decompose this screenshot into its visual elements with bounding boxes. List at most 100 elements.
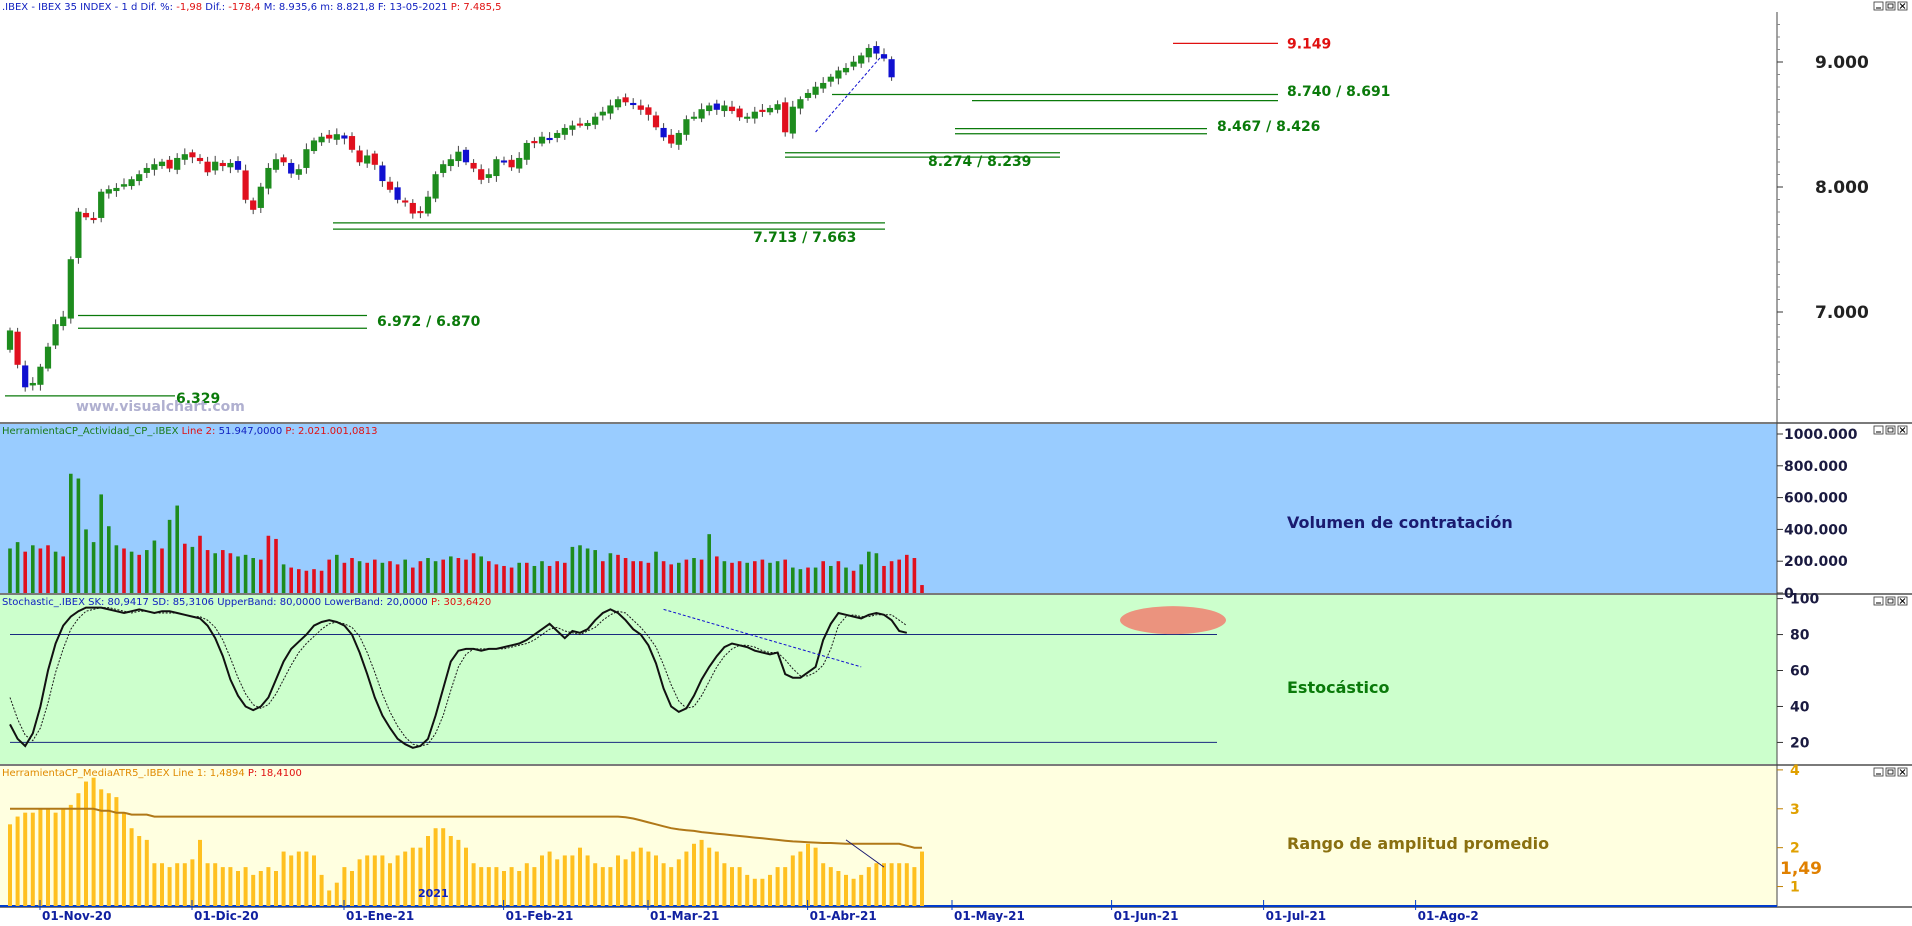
candle: [158, 161, 166, 167]
volume-bar: [737, 561, 742, 593]
candle: [538, 136, 546, 144]
window-min-button[interactable]: [1873, 767, 1884, 777]
atr-bar: [623, 859, 628, 906]
window-min-button[interactable]: [1873, 425, 1884, 435]
volume-bar: [312, 569, 316, 593]
volume-bar: [608, 553, 613, 593]
stochastic-header-part: 80,9417: [108, 597, 153, 608]
volume-bar: [259, 559, 263, 593]
window-min-button[interactable]: [1873, 1, 1884, 11]
volume-bar: [768, 562, 772, 593]
volume-bar: [380, 562, 385, 593]
candle: [614, 99, 622, 108]
volume-bar: [426, 558, 430, 593]
candle: [189, 152, 196, 158]
stochastic-header-part: Stochastic_.IBEX: [2, 597, 88, 608]
candle: [690, 116, 698, 119]
atr-bar: [365, 855, 370, 906]
atr-value-label: 1,49: [1780, 859, 1822, 879]
pane-separator[interactable]: [0, 593, 1912, 595]
atr-bar: [410, 847, 415, 906]
volume-header-part: Line 2:: [182, 426, 219, 437]
volume-bar: [61, 556, 65, 593]
volume-bar: [69, 473, 73, 593]
pane-separator[interactable]: [0, 422, 1912, 424]
candle: [797, 99, 804, 109]
support-label: 7.713 / 7.663: [753, 230, 856, 246]
atr-bar: [661, 863, 666, 906]
volume-bar: [251, 558, 255, 593]
atr-bar: [403, 851, 408, 906]
support-label: 8.740 / 8.691: [1287, 84, 1390, 100]
atr-bar: [319, 874, 324, 906]
atr-bar: [828, 867, 833, 906]
price-window-controls[interactable]: [1873, 1, 1908, 11]
volume-bar: [813, 567, 818, 593]
header-field: -1,98: [176, 2, 205, 13]
candle: [850, 61, 857, 67]
volume-bar: [76, 478, 81, 593]
atr-bar: [562, 855, 567, 906]
volume-bar: [563, 562, 567, 593]
window-max-button[interactable]: [1885, 767, 1896, 777]
atr-bar: [30, 812, 35, 906]
atr-bar: [334, 882, 339, 906]
volume-bar: [8, 548, 12, 593]
volume-bar: [365, 562, 369, 593]
time-axis-label: 01-Dic-20: [194, 909, 259, 922]
atr-bar: [494, 867, 499, 906]
volume-header: HerramientaCP_Actividad_CP_.IBEX Line 2:…: [2, 426, 378, 437]
volume-bar: [129, 551, 134, 593]
candle: [326, 134, 333, 139]
candle: [151, 164, 158, 170]
atr-bar: [707, 847, 712, 906]
volume-bar: [844, 567, 848, 593]
candle: [652, 115, 660, 128]
atr-bar: [798, 851, 803, 906]
atr-bar: [23, 812, 28, 906]
candle: [744, 116, 751, 119]
volume-bar: [851, 570, 856, 593]
candle: [272, 159, 280, 170]
candle: [478, 169, 485, 180]
volume-annotation: Volumen de contratación: [1287, 513, 1513, 532]
volume-bar: [357, 561, 362, 593]
volume-bar: [585, 548, 590, 593]
header-field: 7.485,5: [463, 2, 501, 13]
candle: [668, 134, 675, 144]
volume-bar: [631, 561, 635, 593]
window-max-button[interactable]: [1885, 425, 1896, 435]
volume-bar: [517, 562, 521, 593]
volume-bar: [403, 559, 407, 593]
volume-window-controls[interactable]: [1873, 425, 1908, 435]
candle: [888, 59, 895, 78]
volume-bar: [418, 561, 423, 593]
time-axis-label: 01-Ene-21: [346, 909, 414, 922]
stochastic-highlight-ellipse: [1120, 606, 1226, 635]
candle: [6, 330, 14, 350]
volume-header-part: P:: [285, 426, 298, 437]
volume-bar: [464, 559, 468, 593]
candle: [789, 106, 796, 134]
candle: [250, 200, 257, 210]
candle: [90, 217, 97, 221]
stochastic-window-controls[interactable]: [1873, 596, 1908, 606]
volume-bar: [593, 550, 597, 593]
candle: [341, 135, 348, 139]
volume-bar: [190, 546, 195, 593]
candle: [500, 160, 508, 163]
window-min-button[interactable]: [1873, 596, 1884, 606]
candle: [60, 316, 67, 327]
atr-window-controls[interactable]: [1873, 767, 1908, 777]
stochastic-header-part: 85,3106: [173, 597, 218, 608]
window-max-button[interactable]: [1885, 1, 1896, 11]
volume-bar: [753, 561, 757, 593]
window-max-button[interactable]: [1885, 596, 1896, 606]
candle: [356, 150, 363, 163]
volume-bar: [661, 561, 666, 593]
atr-bar: [821, 863, 826, 906]
stochastic-pane: [0, 595, 1777, 764]
volume-bar: [532, 565, 537, 593]
chart-canvas: .IBEX - IBEX 35 INDEX - 1 d Dif. %: -1,9…: [0, 0, 1912, 923]
pane-separator[interactable]: [0, 764, 1912, 766]
